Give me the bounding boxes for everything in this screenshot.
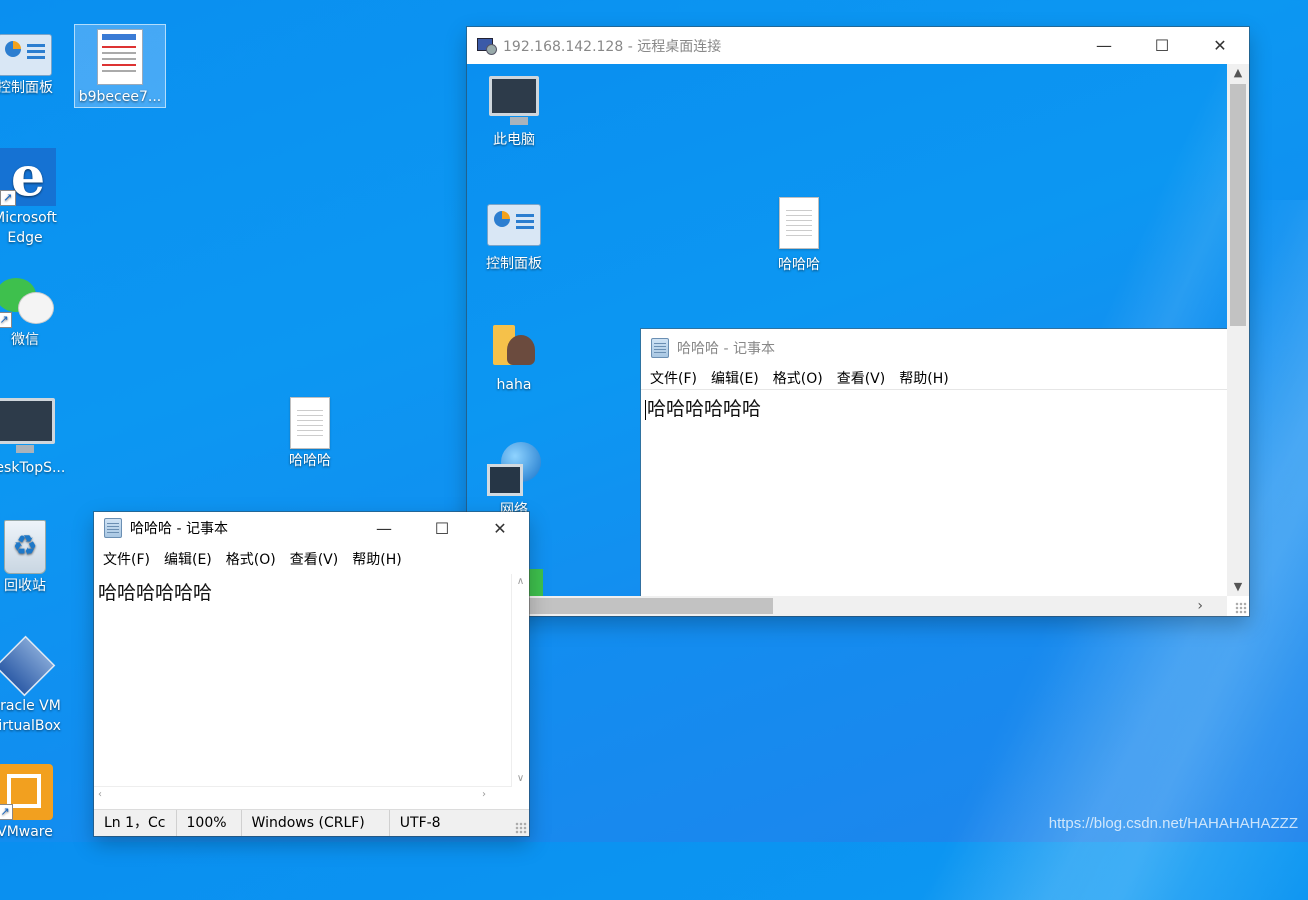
desktop-icon-edge[interactable]: e↗ Microsoft Edge (0, 148, 70, 248)
text-file-icon (779, 197, 819, 249)
virtualbox-icon (0, 635, 56, 697)
notepad-horizontal-scrollbar[interactable]: ‹ › (94, 786, 512, 805)
remote-notepad-text-area[interactable]: 哈哈哈哈哈哈 (641, 389, 1227, 425)
menu-file[interactable]: 文件(F) (96, 549, 157, 569)
text-file-icon (290, 397, 330, 449)
user-folder-icon (489, 321, 539, 369)
monitor-icon (0, 398, 55, 453)
control-panel-icon (0, 34, 52, 76)
notepad-status-bar: Ln 1，Cc 100% Windows (CRLF) UTF-8 (94, 809, 529, 836)
recycle-bin-icon: ♻ (4, 520, 46, 574)
maximize-button[interactable]: ☐ (413, 512, 471, 544)
menu-format[interactable]: 格式(O) (766, 368, 830, 388)
control-panel-icon (487, 204, 541, 246)
desktop-icon-desktops[interactable]: DeskTopS... (0, 398, 70, 478)
remote-notepad-menu-bar: 文件(F) 编辑(E) 格式(O) 查看(V) 帮助(H) (641, 367, 1227, 389)
this-pc-icon (489, 76, 539, 125)
desktop-icon-vmware[interactable]: ↗ VMware (0, 764, 70, 842)
shortcut-arrow-icon: ↗ (0, 312, 12, 328)
rdp-window-title: 192.168.142.128 - 远程桌面连接 (503, 38, 722, 55)
vmware-icon: ↗ (0, 764, 53, 820)
desktop-icon-control-panel[interactable]: 控制面板 (0, 34, 70, 98)
remote-notepad-window: 哈哈哈 - 记事本 文件(F) 编辑(E) 格式(O) 查看(V) 帮助(H) … (641, 329, 1227, 596)
scroll-right-icon[interactable]: › (1197, 596, 1203, 616)
notepad-window: 哈哈哈 - 记事本 — ☐ ✕ 文件(F) 编辑(E) 格式(O) 查看(V) … (94, 512, 529, 836)
remote-icon-user-folder[interactable]: haha (469, 321, 559, 395)
notepad-menu-bar: 文件(F) 编辑(E) 格式(O) 查看(V) 帮助(H) (94, 544, 529, 574)
status-zoom: 100% (177, 810, 242, 836)
scroll-up-icon[interactable]: ∧ (512, 576, 529, 587)
menu-edit[interactable]: 编辑(E) (157, 549, 219, 569)
remote-icon-network[interactable]: 网络 (469, 442, 559, 520)
status-cursor-position: Ln 1，Cc (94, 810, 177, 836)
desktop-icon-text-file[interactable]: 哈哈哈 (265, 397, 355, 471)
desktop-icon-recycle-bin[interactable]: ♻ 回收站 (0, 520, 70, 596)
remote-desktop-icon (477, 37, 497, 55)
rdp-horizontal-scrollbar[interactable]: › (467, 596, 1227, 616)
remote-desktop-screen[interactable]: 此电脑 控制面板 哈哈哈 haha 网络 哈哈哈 - 记事本 文件(F) 编辑(… (467, 64, 1227, 596)
scroll-right-icon[interactable]: › (482, 789, 486, 800)
notepad-body: 哈哈哈哈哈哈 ∧ ∨ ‹ › (94, 574, 529, 836)
scroll-down-icon[interactable]: ▼ (1227, 578, 1249, 596)
scrollbar-thumb[interactable] (1230, 84, 1246, 326)
notepad-window-title: 哈哈哈 - 记事本 (130, 521, 228, 537)
resize-grip-icon[interactable] (515, 822, 527, 834)
remote-notepad-title-bar[interactable]: 哈哈哈 - 记事本 (641, 329, 1227, 367)
remote-icon-control-panel[interactable]: 控制面板 (469, 204, 559, 274)
minimize-button[interactable]: — (355, 512, 413, 544)
menu-view[interactable]: 查看(V) (283, 549, 346, 569)
close-button[interactable]: ✕ (1191, 30, 1249, 62)
remote-icon-this-pc[interactable]: 此电脑 (469, 76, 559, 150)
rdp-title-bar[interactable]: 192.168.142.128 - 远程桌面连接 — ☐ ✕ (467, 27, 1249, 64)
menu-view[interactable]: 查看(V) (830, 368, 893, 388)
notepad-vertical-scrollbar[interactable]: ∧ ∨ (511, 574, 529, 786)
status-line-ending: Windows (CRLF) (242, 810, 390, 836)
menu-edit[interactable]: 编辑(E) (704, 368, 766, 388)
close-button[interactable]: ✕ (471, 512, 529, 544)
resize-grip-icon[interactable] (1235, 602, 1247, 614)
network-icon (487, 442, 541, 496)
remote-icon-text-file[interactable]: 哈哈哈 (754, 197, 844, 275)
shortcut-arrow-icon: ↗ (0, 190, 16, 206)
minimize-button[interactable]: — (1075, 30, 1133, 62)
watermark: https://blog.csdn.net/HAHAHAHAZZZ (1048, 815, 1298, 832)
remote-desktop-window: 192.168.142.128 - 远程桌面连接 — ☐ ✕ 此电脑 控制面板 … (467, 27, 1249, 616)
notepad-text-area[interactable]: 哈哈哈哈哈哈 (94, 574, 529, 609)
menu-file[interactable]: 文件(F) (643, 368, 704, 388)
notepad-icon (651, 338, 669, 358)
scroll-down-icon[interactable]: ∨ (512, 773, 529, 784)
desktop-icon-document[interactable]: b9becee7... (74, 24, 166, 108)
menu-format[interactable]: 格式(O) (219, 549, 283, 569)
scroll-left-icon[interactable]: ‹ (98, 789, 102, 800)
desktop-icon-virtualbox[interactable]: Oracle VM VirtualBox (0, 635, 70, 736)
rdp-vertical-scrollbar[interactable]: ▲ ▼ (1227, 64, 1249, 596)
notepad-title-bar[interactable]: 哈哈哈 - 记事本 — ☐ ✕ (94, 512, 529, 544)
menu-help[interactable]: 帮助(H) (892, 368, 955, 388)
status-encoding: UTF-8 (399, 815, 441, 831)
edge-icon: e ↗ (0, 148, 56, 206)
scroll-up-icon[interactable]: ▲ (1227, 64, 1249, 82)
notepad-icon (104, 518, 122, 538)
document-thumbnail-icon (97, 29, 143, 85)
desktop-icon-wechat[interactable]: ↗ 微信 (0, 278, 70, 350)
scrollbar-thumb[interactable] (529, 598, 773, 614)
wechat-icon: ↗ (0, 278, 54, 328)
shortcut-arrow-icon: ↗ (0, 804, 13, 820)
menu-help[interactable]: 帮助(H) (345, 549, 408, 569)
text-caret (645, 399, 646, 420)
maximize-button[interactable]: ☐ (1133, 30, 1191, 62)
